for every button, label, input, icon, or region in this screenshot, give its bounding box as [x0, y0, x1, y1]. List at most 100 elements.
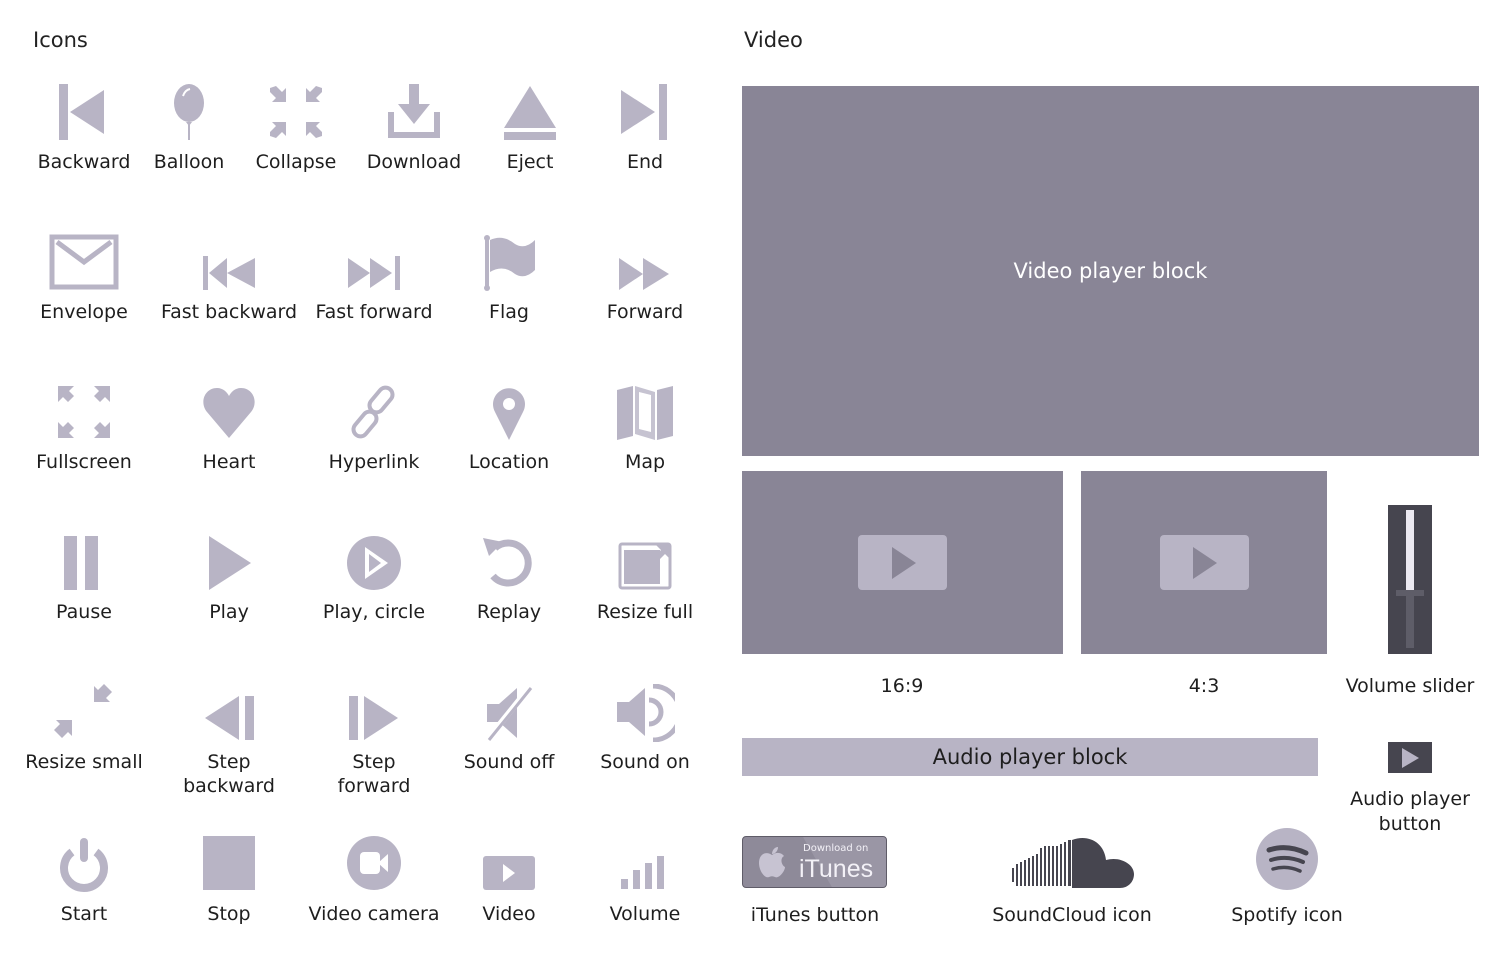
icon-label: Sound on: [600, 751, 690, 773]
volume-bars-icon: [621, 856, 664, 889]
audio-player-button[interactable]: [1388, 742, 1432, 773]
icon-label: End: [626, 151, 664, 173]
icon-label: Start: [60, 903, 108, 925]
step-backward-icon: [205, 696, 254, 740]
icon-cell-replay[interactable]: Replay: [439, 534, 579, 624]
icon-cell-map[interactable]: Map: [575, 384, 715, 474]
icon-cell-fullscreen[interactable]: Fullscreen: [14, 384, 154, 474]
ratio-16-9-label: 16:9: [880, 675, 924, 697]
video-thumbnail-16-9[interactable]: [742, 471, 1063, 654]
fast-backward-icon: [203, 256, 255, 290]
icon-cell-hyperlink[interactable]: Hyperlink: [304, 384, 444, 474]
download-icon: [388, 84, 440, 138]
play-button[interactable]: [1159, 535, 1249, 590]
backward-icon: [59, 84, 104, 140]
icon-label: Hyperlink: [328, 451, 420, 473]
icon-cell-resize-full[interactable]: Resize full: [575, 534, 715, 624]
video-player-block-label: Video player block: [1013, 259, 1208, 283]
itunes-button-label: iTunes button: [750, 904, 880, 926]
icon-label: Fast forward: [315, 301, 433, 323]
audio-player-block[interactable]: Audio player block: [742, 738, 1318, 776]
play-icon: [1402, 747, 1419, 768]
icon-label: Fullscreen: [36, 451, 132, 473]
icon-label: Video: [482, 903, 536, 925]
flag-icon: [484, 235, 535, 291]
video-player-block[interactable]: Video player block: [742, 86, 1479, 456]
envelope-icon: [49, 234, 119, 290]
icon-cell-sound-off[interactable]: Sound off: [439, 684, 579, 774]
soundcloud-label: SoundCloud icon: [992, 904, 1152, 926]
icon-cell-pause[interactable]: Pause: [14, 534, 154, 624]
icon-cell-fast-forward[interactable]: Fast forward: [304, 234, 444, 324]
icon-label: Flag: [489, 301, 529, 323]
location-icon: [493, 388, 525, 440]
play-icon: [209, 536, 251, 590]
icon-cell-location[interactable]: Location: [439, 384, 579, 474]
icon-label: Play: [209, 601, 249, 623]
eject-icon: [504, 86, 556, 140]
icon-cell-step-forward[interactable]: Step forward: [304, 684, 444, 798]
resize-full-icon: [618, 542, 672, 590]
icon-cell-sound-on[interactable]: Sound on: [575, 684, 715, 774]
icon-label: Step backward: [183, 751, 275, 797]
video-camera-icon: [347, 836, 401, 890]
forward-icon: [619, 258, 669, 290]
audio-player-block-label: Audio player block: [932, 745, 1128, 769]
spotify-icon[interactable]: [1256, 828, 1318, 890]
heart-icon: [203, 388, 255, 438]
audio-player-button-label: Audio player button: [1350, 788, 1470, 835]
spotify-label: Spotify icon: [1231, 904, 1343, 926]
icon-cell-fast-backward[interactable]: Fast backward: [159, 234, 299, 324]
icon-cell-resize-small[interactable]: Resize small: [14, 684, 154, 774]
icon-cell-video-camera[interactable]: Video camera: [304, 836, 444, 926]
icon-cell-stop[interactable]: Stop: [159, 836, 299, 926]
icon-label: Stop: [207, 903, 251, 925]
play-icon: [1193, 546, 1217, 579]
volume-slider-label: Volume slider: [1345, 675, 1475, 697]
itunes-button[interactable]: Download on iTunes: [742, 836, 887, 888]
step-forward-icon: [349, 696, 398, 740]
volume-slider-knob[interactable]: [1396, 589, 1424, 596]
apple-icon: [759, 847, 785, 878]
icon-cell-volume[interactable]: Volume: [575, 836, 715, 926]
balloon-icon: [174, 84, 204, 140]
icon-cell-flag[interactable]: Flag: [439, 234, 579, 324]
icon-cell-start[interactable]: Start: [14, 836, 154, 926]
icon-label: Sound off: [463, 751, 555, 773]
soundcloud-icon[interactable]: [1010, 836, 1136, 890]
play-button[interactable]: [858, 535, 947, 590]
replay-icon: [483, 538, 532, 587]
icon-cell-step-backward[interactable]: Step backward: [159, 684, 299, 798]
video-thumbnail-4-3[interactable]: [1081, 471, 1327, 654]
itunes-small-text: Download on: [803, 843, 869, 854]
icon-label: Location: [468, 451, 550, 473]
icon-label: Resize full: [596, 601, 694, 623]
sound-on-icon: [617, 684, 675, 742]
play-circle-icon: [347, 536, 401, 590]
icon-label: Pause: [56, 601, 112, 623]
icon-cell-forward[interactable]: Forward: [575, 234, 715, 324]
collapse-icon: [270, 86, 322, 138]
icon-label: Envelope: [40, 301, 128, 323]
stop-icon: [203, 836, 255, 890]
icon-cell-envelope[interactable]: Envelope: [14, 234, 154, 324]
icons-section-title: Icons: [33, 28, 88, 52]
play-icon: [891, 546, 916, 579]
video-icon: [483, 856, 535, 890]
icon-label: Map: [624, 451, 666, 473]
hyperlink-icon: [351, 385, 395, 439]
end-icon: [621, 84, 667, 140]
icon-cell-video[interactable]: Video: [439, 836, 579, 926]
icon-label: Fast backward: [160, 301, 298, 323]
video-section-title: Video: [744, 28, 803, 52]
fast-forward-icon: [348, 256, 400, 290]
icon-label: Video camera: [308, 903, 440, 925]
fullscreen-icon: [58, 386, 110, 438]
icon-label: Replay: [476, 601, 542, 623]
icon-cell-play[interactable]: Play: [159, 534, 299, 624]
icon-cell-play-circle[interactable]: Play, circle: [304, 534, 444, 624]
icon-label: Play, circle: [322, 601, 426, 623]
icon-cell-heart[interactable]: Heart: [159, 384, 299, 474]
icon-cell-end[interactable]: End: [575, 84, 715, 174]
volume-slider[interactable]: [1388, 505, 1432, 654]
